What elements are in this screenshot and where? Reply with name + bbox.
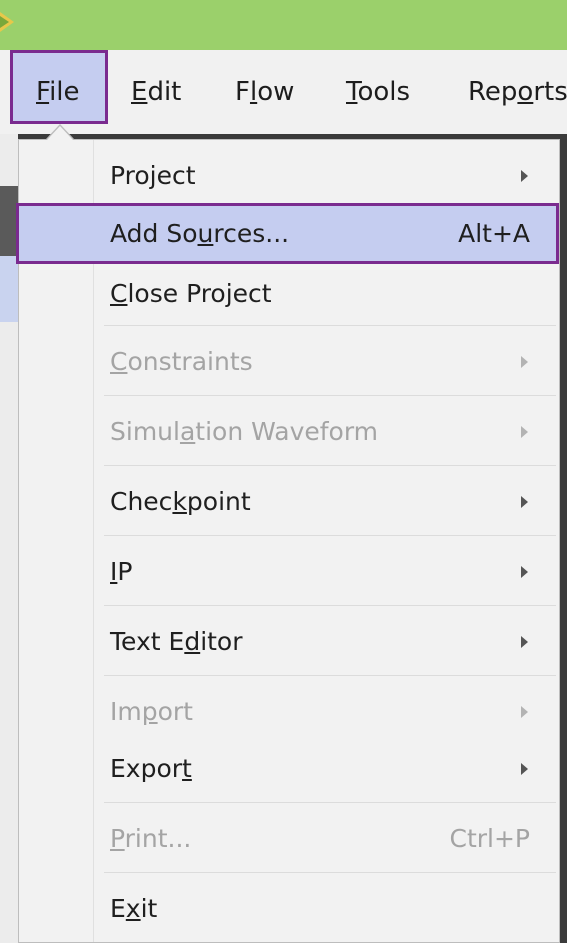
menu-item-exit[interactable]: Exit [94,889,558,929]
menu-item-import: Import [94,692,558,732]
menu-item-print: Print... Ctrl+P [94,819,558,859]
app-background-selection [0,256,18,322]
menu-edit[interactable]: Edit [131,50,181,134]
submenu-arrow-icon [521,496,528,508]
menu-separator [104,535,556,536]
menu-item-checkpoint[interactable]: Checkpoint [94,482,558,522]
shortcut-print: Ctrl+P [449,824,530,853]
menu-separator [104,872,556,873]
menu-item-simulation-waveform: Simulation Waveform [94,412,558,452]
submenu-arrow-icon [521,566,528,578]
menu-item-close-project[interactable]: Close Project [94,274,558,314]
submenu-arrow-icon [521,706,528,718]
submenu-arrow-icon [521,170,528,182]
menu-reports[interactable]: Reports [468,50,567,134]
menu-separator [104,395,556,396]
menu-tools[interactable]: Tools [346,50,410,134]
menu-item-export[interactable]: Export [94,749,558,789]
shortcut-add-sources: Alt+A [458,219,530,248]
menu-item-project[interactable]: Project [94,157,558,195]
submenu-arrow-icon [521,356,528,368]
menu-pointer-fill [47,126,73,140]
menu-item-constraints: Constraints [94,342,558,382]
submenu-arrow-icon [521,426,528,438]
app-background-edge [560,134,567,943]
title-bar [0,0,567,50]
menu-separator [104,605,556,606]
menu-separator [104,325,556,326]
menu-item-ip[interactable]: IP [94,552,558,592]
menu-item-add-sources[interactable]: Add Sources... Alt+A [94,206,558,262]
menu-item-text-editor[interactable]: Text Editor [94,622,558,662]
menu-separator [104,675,556,676]
submenu-arrow-icon [521,763,528,775]
menu-file[interactable]: File [36,50,80,134]
menu-separator [104,802,556,803]
menu-separator [104,465,556,466]
menu-flow[interactable]: Flow [235,50,294,134]
app-logo-icon [0,12,14,32]
submenu-arrow-icon [521,636,528,648]
